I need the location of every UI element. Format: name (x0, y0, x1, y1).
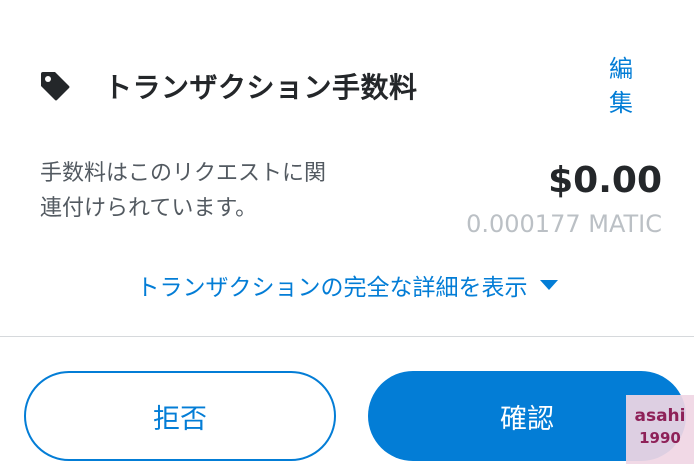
fee-description-line2: 連付けられています。 (40, 196, 258, 221)
watermark: asahi 1990 (626, 395, 694, 464)
watermark-line2: 1990 (639, 429, 681, 447)
view-full-details-link[interactable]: トランザクションの完全な詳細を表示 (0, 268, 694, 302)
edit-link[interactable]: 編 集 (604, 52, 638, 120)
fee-crypto-amount: 0.000177 MATIC (466, 210, 662, 238)
caret-down-icon (539, 280, 558, 290)
fee-header: トランザクション手数料 (38, 66, 418, 106)
fee-description-line1: 手数料はこのリクエストに関 (40, 161, 327, 186)
reject-button[interactable]: 拒否 (24, 371, 336, 461)
view-full-details-label: トランザクションの完全な詳細を表示 (136, 275, 528, 301)
fee-title: トランザクション手数料 (104, 71, 418, 104)
confirm-label: 確認 (500, 403, 554, 435)
watermark-line1: asahi (634, 406, 686, 426)
tag-icon (38, 69, 72, 103)
edit-label-bottom: 集 (609, 89, 633, 117)
fee-usd-amount: $0.00 (548, 160, 662, 201)
edit-label-top: 編 (609, 55, 633, 83)
divider (0, 336, 694, 337)
fee-description: 手数料はこのリクエストに関 連付けられています。 (40, 156, 380, 226)
reject-label: 拒否 (153, 403, 207, 435)
